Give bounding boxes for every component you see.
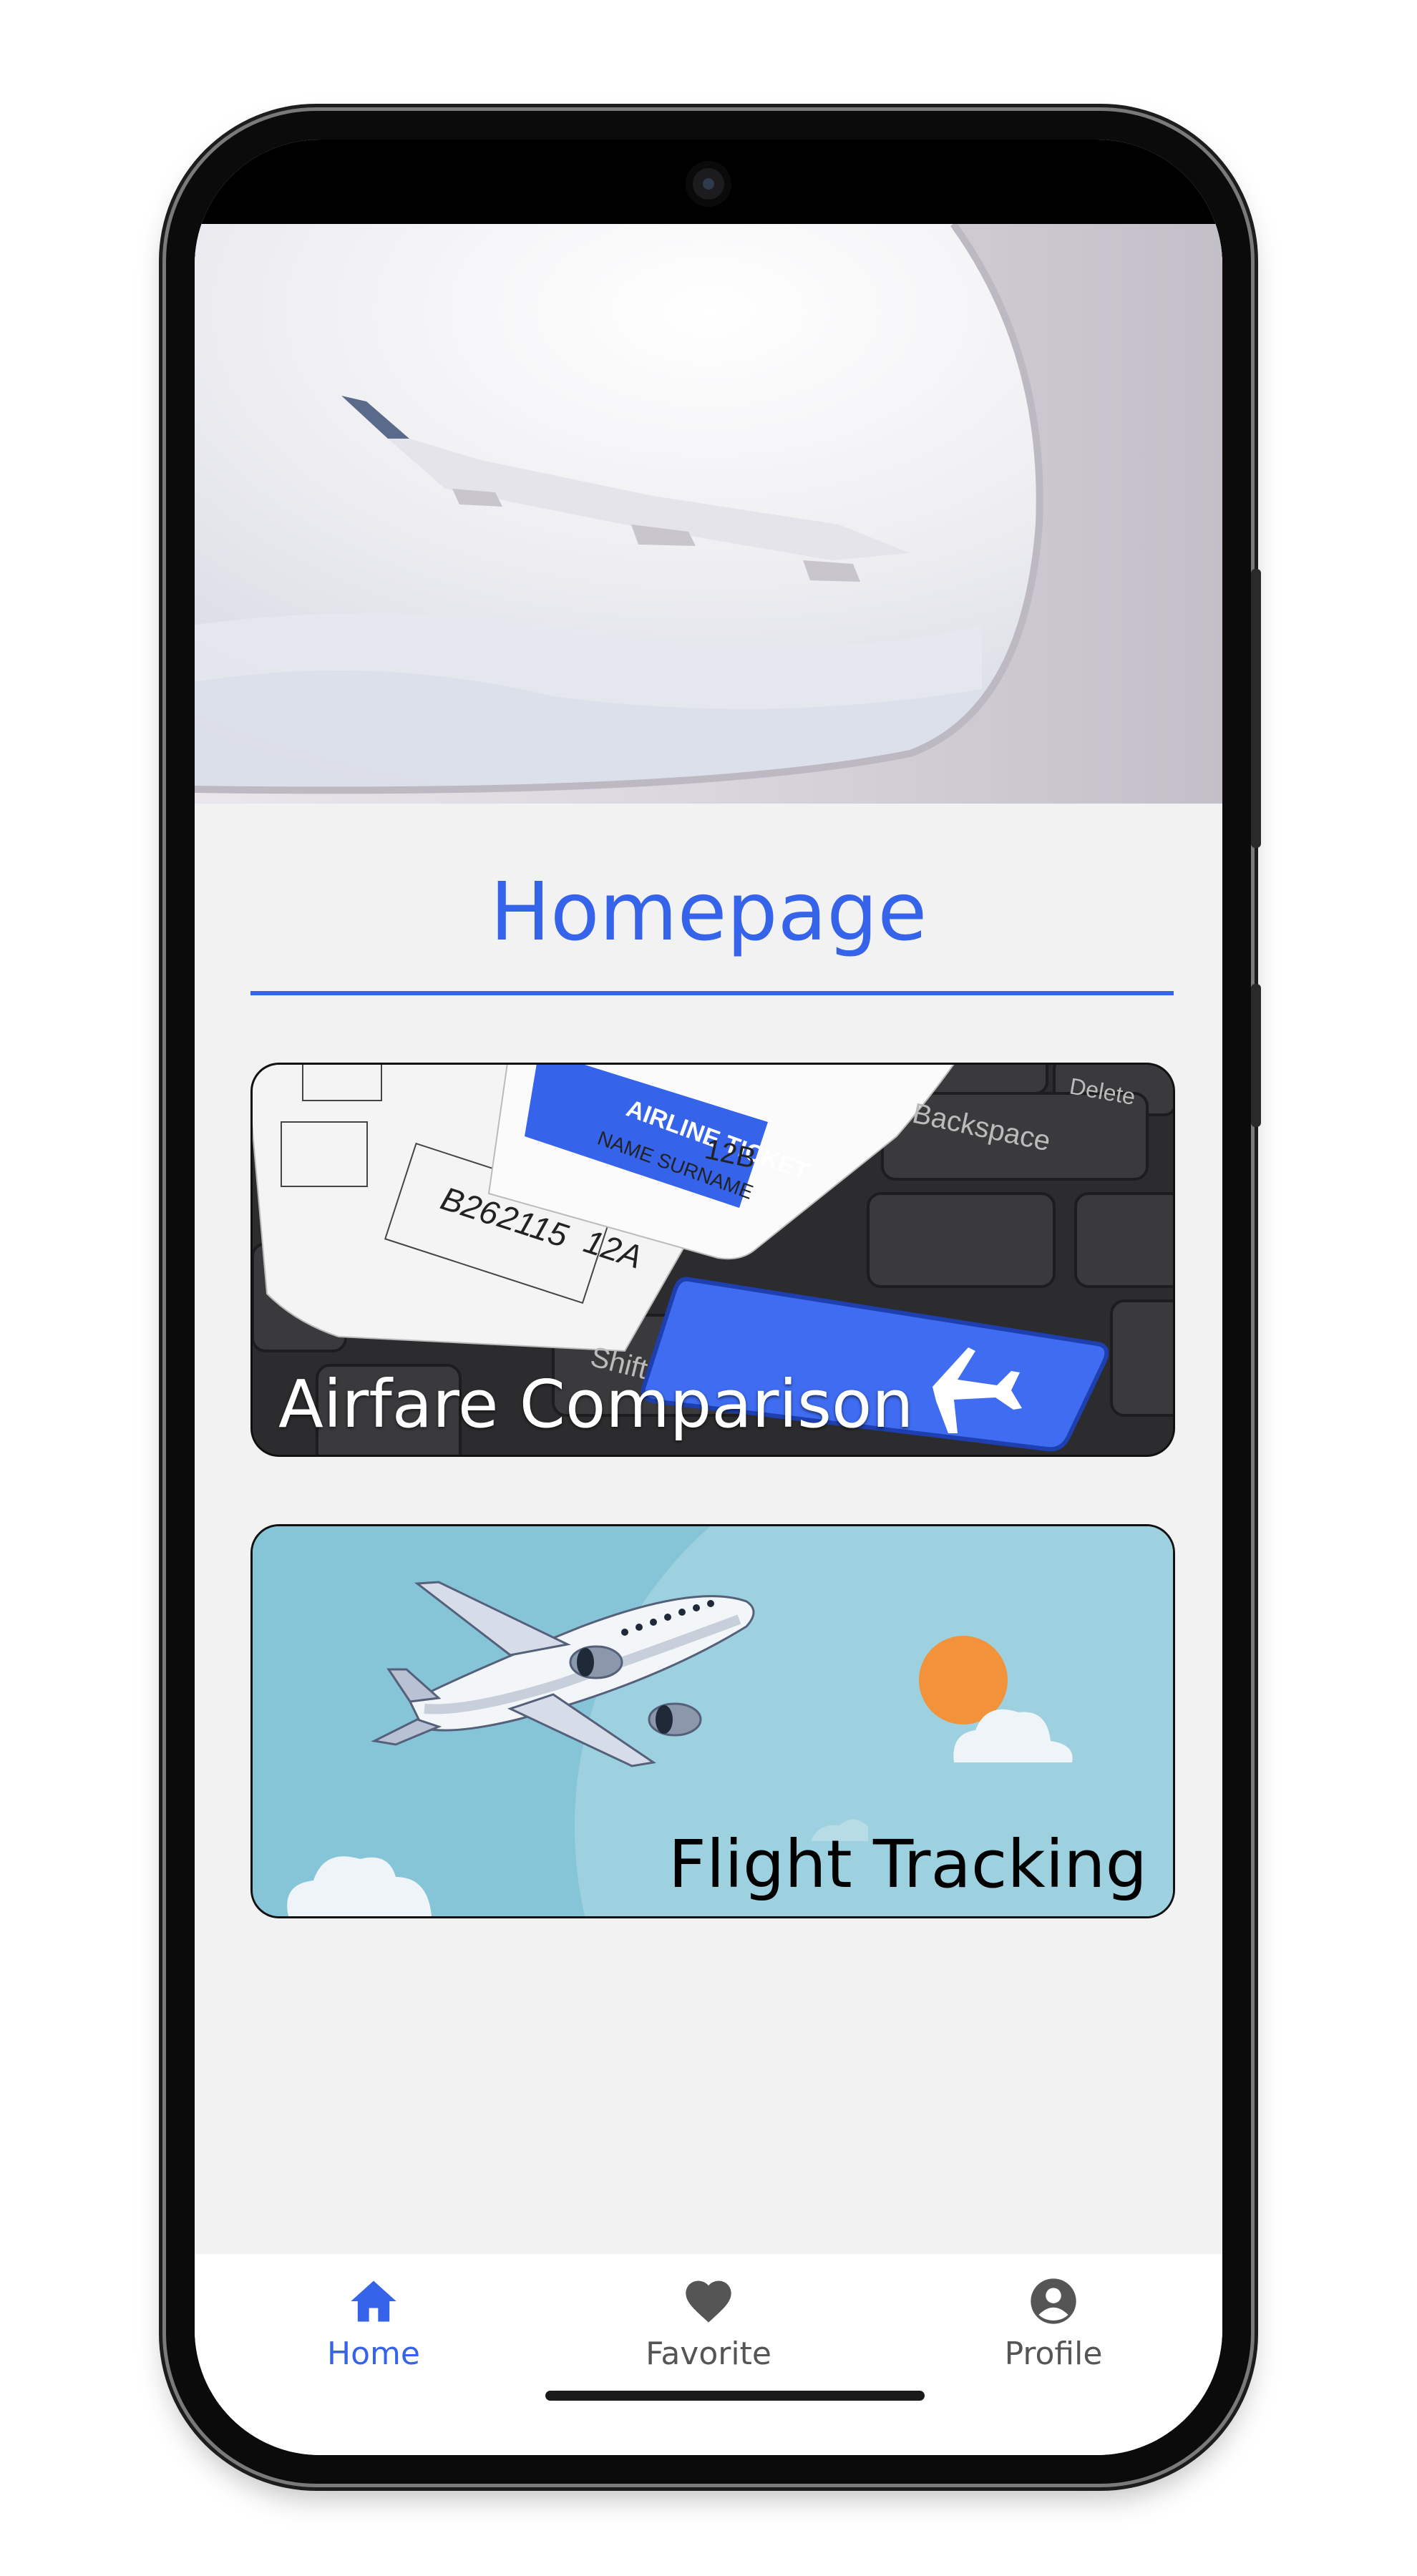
card-title-airfare: Airfare Comparison [278,1366,914,1443]
nav-item-favorite[interactable]: Favorite [601,2274,816,2372]
volume-button [1251,569,1261,848]
nav-label-profile: Profile [1004,2336,1103,2372]
nav-label-home: Home [327,2336,420,2372]
front-camera [686,161,731,207]
hero-image [195,224,1222,804]
nav-item-home[interactable]: Home [266,2274,481,2372]
power-button [1251,984,1261,1127]
airplane-window-wing-photo [195,224,1222,804]
status-bar [195,140,1222,224]
nav-label-favorite: Favorite [646,2336,771,2372]
bottom-navigation: Home Favorite Profile [195,2254,1222,2455]
flight-tracking-card[interactable]: Flight Tracking [250,1524,1175,1918]
home-indicator[interactable] [545,2391,925,2401]
card-title-flight-tracking: Flight Tracking [668,1826,1147,1903]
heart-icon [686,2280,731,2323]
home-icon [351,2280,396,2322]
nav-item-profile[interactable]: Profile [946,2274,1161,2372]
phone-frame: Homepage AIRLINE TICKET NAME SURNAME B26… [166,111,1261,2484]
title-underline [250,991,1174,995]
page-title: Homepage [490,866,927,959]
airfare-comparison-card[interactable]: AIRLINE TICKET NAME SURNAME B26 2115 12A… [250,1063,1175,1457]
app-screen: Homepage AIRLINE TICKET NAME SURNAME B26… [195,140,1222,2455]
profile-icon [1031,2278,1076,2324]
